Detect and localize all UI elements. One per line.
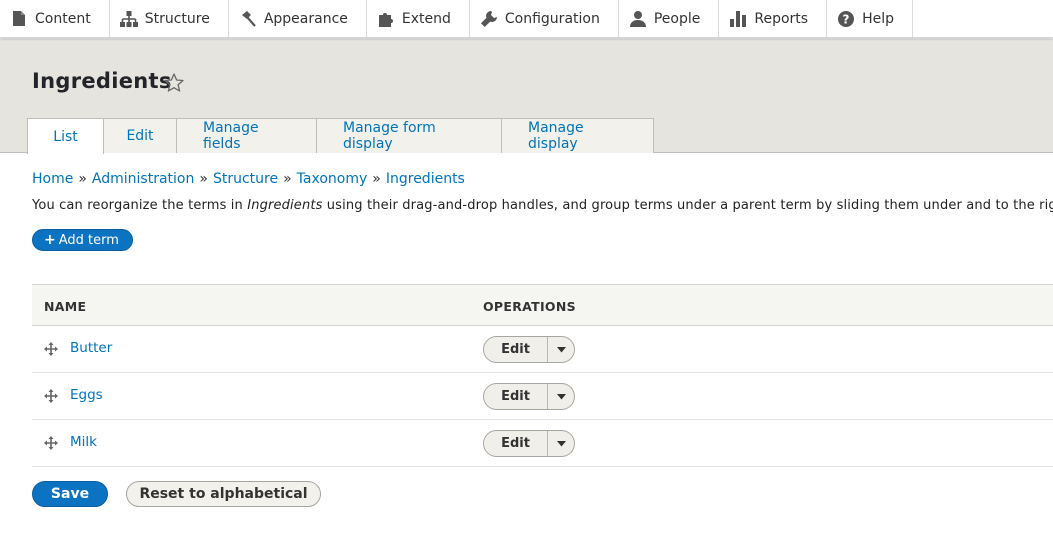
toolbar-item-label: Extend xyxy=(401,10,451,27)
table-row: Eggs Edit xyxy=(32,373,1053,420)
help-text: You can reorganize the terms in Ingredie… xyxy=(32,198,1053,213)
toolbar-item-label: Help xyxy=(862,10,894,27)
help-text-vocabulary: Ingredients xyxy=(247,198,323,213)
drag-handle-icon[interactable] xyxy=(44,388,58,403)
toolbar-item-label: Configuration xyxy=(504,10,600,27)
plus-icon: + xyxy=(44,232,56,248)
page-title: Ingredients xyxy=(32,69,172,93)
tab-manage-display[interactable]: Manage display xyxy=(501,118,654,153)
configuration-icon xyxy=(480,10,498,28)
breadcrumb-taxonomy[interactable]: Taxonomy xyxy=(297,171,368,187)
table-header: NAME OPERATIONS xyxy=(32,284,1053,326)
help-icon: ? xyxy=(837,10,855,28)
people-icon xyxy=(629,10,647,28)
save-button[interactable]: Save xyxy=(32,481,108,507)
term-link[interactable]: Butter xyxy=(70,340,112,356)
toolbar-item-label: People xyxy=(653,10,701,27)
column-header-operations: OPERATIONS xyxy=(483,299,576,314)
edit-button[interactable]: Edit xyxy=(484,384,548,409)
chevron-down-icon xyxy=(556,346,566,352)
dropbutton-toggle[interactable] xyxy=(548,384,574,409)
reset-to-alphabetical-button[interactable]: Reset to alphabetical xyxy=(126,481,321,507)
appearance-icon xyxy=(239,10,257,28)
admin-toolbar: Content Structure Appearance Extend Conf… xyxy=(0,0,1053,38)
toolbar-item-help[interactable]: ? Help xyxy=(827,0,913,37)
breadcrumb-separator: » xyxy=(78,171,87,187)
add-term-label: Add term xyxy=(58,232,119,248)
tab-edit[interactable]: Edit xyxy=(103,118,177,153)
operations-dropbutton: Edit xyxy=(483,383,575,410)
breadcrumb-home[interactable]: Home xyxy=(32,171,73,187)
operations-dropbutton: Edit xyxy=(483,336,575,363)
toolbar-item-extend[interactable]: Extend xyxy=(367,0,470,37)
toolbar-item-label: Structure xyxy=(144,10,210,27)
drag-handle-icon[interactable] xyxy=(44,435,58,450)
content-icon xyxy=(10,10,28,28)
reports-icon xyxy=(729,10,747,28)
term-link[interactable]: Milk xyxy=(70,434,97,450)
edit-button[interactable]: Edit xyxy=(484,431,548,456)
edit-button[interactable]: Edit xyxy=(484,337,548,362)
tab-manage-form-display[interactable]: Manage form display xyxy=(316,118,502,153)
help-text-suffix: using their drag-and-drop handles, and g… xyxy=(322,198,1053,213)
toolbar-item-reports[interactable]: Reports xyxy=(719,0,828,37)
operations-dropbutton: Edit xyxy=(483,430,575,457)
chevron-down-icon xyxy=(556,440,566,446)
toolbar-item-configuration[interactable]: Configuration xyxy=(470,0,619,37)
toolbar-item-label: Appearance xyxy=(263,10,348,27)
toolbar-item-structure[interactable]: Structure xyxy=(110,0,229,37)
table-row: Butter Edit xyxy=(32,326,1053,373)
dropbutton-toggle[interactable] xyxy=(548,431,574,456)
add-term-button[interactable]: + Add term xyxy=(32,229,133,251)
help-text-prefix: You can reorganize the terms in xyxy=(32,198,248,213)
dropbutton-toggle[interactable] xyxy=(548,337,574,362)
breadcrumb-ingredients[interactable]: Ingredients xyxy=(386,171,465,187)
star-icon[interactable] xyxy=(163,72,185,94)
tab-manage-fields[interactable]: Manage fields xyxy=(176,118,317,153)
structure-icon xyxy=(119,10,138,28)
column-header-name: NAME xyxy=(44,299,87,314)
terms-table: NAME OPERATIONS Butter Edit Eggs Edit Mi… xyxy=(32,284,1053,467)
table-row: Milk Edit xyxy=(32,420,1053,467)
extend-icon xyxy=(377,10,395,28)
primary-tabs: List Edit Manage fields Manage form disp… xyxy=(27,118,654,154)
page-header: Ingredients List Edit Manage fields Mana… xyxy=(0,39,1053,154)
tab-list[interactable]: List xyxy=(27,118,104,154)
breadcrumb-structure[interactable]: Structure xyxy=(213,171,278,187)
breadcrumb-separator: » xyxy=(199,171,208,187)
toolbar-item-label: Reports xyxy=(754,10,809,27)
breadcrumb-separator: » xyxy=(283,171,292,187)
chevron-down-icon xyxy=(556,393,566,399)
drag-handle-icon[interactable] xyxy=(44,341,58,356)
breadcrumb: Home» Administration» Structure» Taxonomy» I… xyxy=(32,171,465,187)
toolbar-item-content[interactable]: Content xyxy=(0,0,110,37)
breadcrumb-separator: » xyxy=(372,171,381,187)
term-link[interactable]: Eggs xyxy=(70,387,103,403)
breadcrumb-administration[interactable]: Administration xyxy=(92,171,194,187)
toolbar-item-appearance[interactable]: Appearance xyxy=(229,0,367,37)
svg-text:?: ? xyxy=(843,12,850,26)
toolbar-item-label: Content xyxy=(35,10,91,27)
toolbar-item-people[interactable]: People xyxy=(619,0,720,37)
